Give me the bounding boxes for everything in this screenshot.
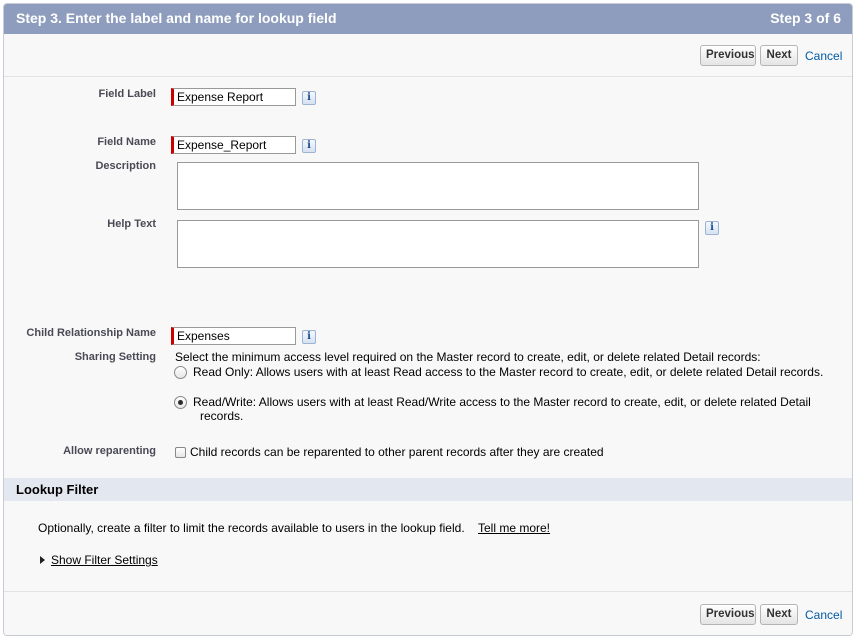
- sharing-read-write-label-line2: records.: [200, 409, 244, 423]
- step-indicator: Step 3 of 6: [770, 10, 841, 26]
- child-relationship-input[interactable]: [171, 327, 296, 345]
- next-button-top[interactable]: Next: [760, 45, 798, 66]
- bottom-button-bar: Previous Next Cancel: [4, 591, 852, 635]
- sharing-setting-label: Sharing Setting: [74, 351, 156, 363]
- cancel-link-top[interactable]: Cancel: [805, 49, 842, 63]
- expand-triangle-icon[interactable]: [40, 556, 45, 564]
- description-label: Description: [95, 160, 156, 172]
- lookup-filter-body: Optionally, create a filter to limit the…: [4, 501, 852, 591]
- child-relationship-label: Child Relationship Name: [26, 327, 156, 339]
- top-button-bar: Previous Next Cancel: [4, 35, 852, 77]
- previous-button-top[interactable]: Previous: [700, 45, 756, 66]
- field-name-label: Field Name: [97, 136, 156, 148]
- help-text-textarea[interactable]: [177, 220, 699, 268]
- previous-button-bottom[interactable]: Previous: [700, 604, 756, 625]
- child-relationship-info-icon[interactable]: i: [302, 330, 316, 344]
- field-label-info-icon[interactable]: i: [302, 91, 316, 105]
- sharing-setting-intro: Select the minimum access level required…: [175, 350, 761, 364]
- sharing-read-write-label-line1: Read/Write: Allows users with at least R…: [193, 395, 811, 409]
- show-filter-settings-link[interactable]: Show Filter Settings: [51, 553, 158, 567]
- field-label-input[interactable]: [171, 88, 296, 106]
- page-title: Step 3. Enter the label and name for loo…: [16, 10, 337, 26]
- lookup-filter-description: Optionally, create a filter to limit the…: [38, 521, 465, 535]
- allow-reparenting-checkbox-label: Child records can be reparented to other…: [190, 445, 604, 459]
- lookup-filter-title: Lookup Filter: [16, 482, 99, 497]
- sharing-read-only-radio[interactable]: [174, 366, 187, 379]
- wizard-header: Step 3. Enter the label and name for loo…: [4, 4, 852, 34]
- field-name-info-icon[interactable]: i: [302, 139, 316, 153]
- description-textarea[interactable]: [177, 162, 699, 210]
- allow-reparenting-checkbox[interactable]: [175, 447, 186, 458]
- help-text-info-icon[interactable]: i: [705, 221, 719, 235]
- cancel-link-bottom[interactable]: Cancel: [805, 608, 842, 622]
- field-label-label: Field Label: [98, 88, 156, 100]
- next-button-bottom[interactable]: Next: [760, 604, 798, 625]
- allow-reparenting-label: Allow reparenting: [63, 445, 156, 457]
- lookup-filter-section-header: Lookup Filter: [4, 478, 852, 501]
- sharing-read-only-label: Read Only: Allows users with at least Re…: [193, 365, 824, 379]
- sharing-read-write-radio[interactable]: [174, 396, 187, 409]
- help-text-label: Help Text: [107, 218, 156, 230]
- field-name-input[interactable]: [171, 136, 296, 154]
- tell-me-more-link[interactable]: Tell me more!: [478, 521, 550, 535]
- wizard-frame: Step 3. Enter the label and name for loo…: [3, 3, 853, 636]
